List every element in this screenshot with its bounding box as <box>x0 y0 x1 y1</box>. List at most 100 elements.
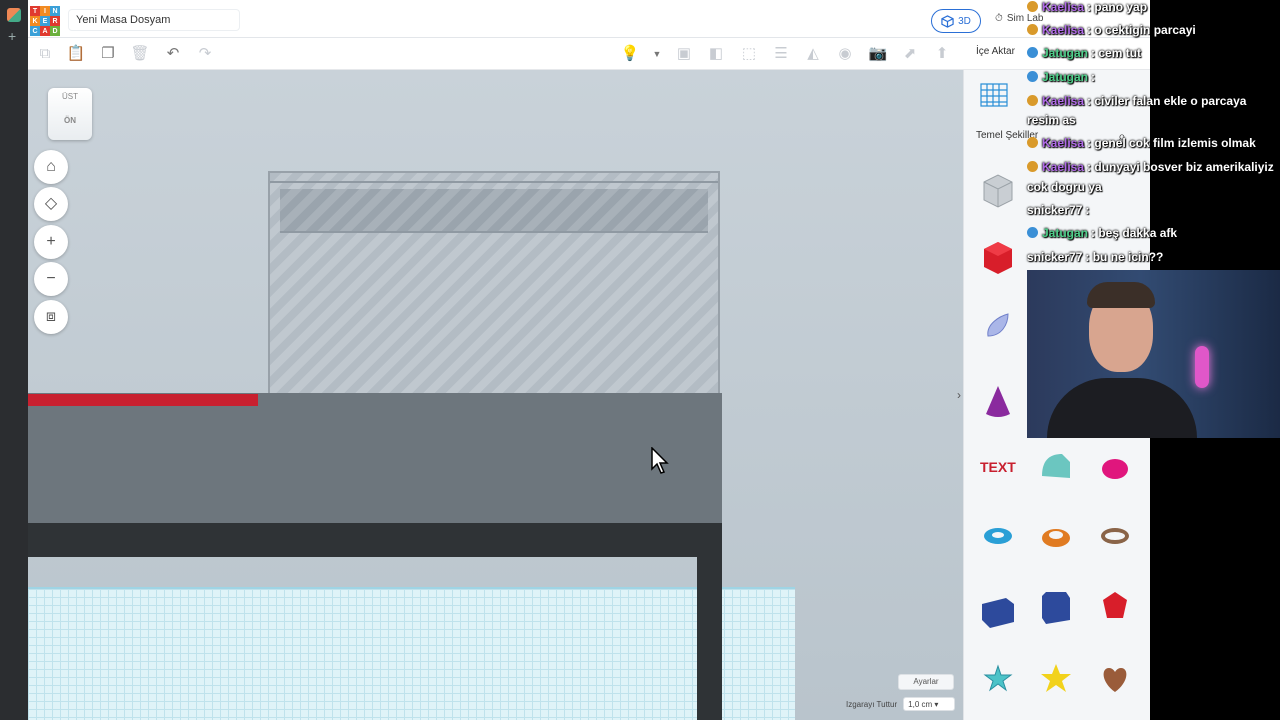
app-tab-icon[interactable] <box>7 8 21 22</box>
view-cube[interactable]: ÜST ÖN <box>48 88 92 140</box>
chat-username: Kaelisa <box>1042 94 1085 108</box>
chat-username: Kaelisa <box>1042 0 1085 14</box>
snap-grid-label: Izgarayı Tuttur <box>846 699 898 709</box>
chat-username: Jatugan <box>1042 46 1089 60</box>
perspective-button[interactable]: ⧈ <box>34 300 68 334</box>
fit-view-button[interactable]: ◇ <box>34 187 68 221</box>
chat-message: Kaelisa: o cektigin parcayi <box>1027 23 1196 38</box>
half-sphere-icon[interactable] <box>1095 446 1135 486</box>
logo-letter: D <box>50 26 60 36</box>
zoom-out-button[interactable]: − <box>34 262 68 296</box>
streamer-body <box>1047 378 1197 438</box>
chat-badge-icon <box>1027 227 1038 238</box>
paste-icon[interactable]: 📋 <box>66 44 86 64</box>
top-bar: T I N K E R C A D Yeni Masa Dosyam 3D ⏱ … <box>28 0 1150 38</box>
zoom-in-button[interactable]: + <box>34 225 68 259</box>
perspective-icon: ⧈ <box>45 308 57 325</box>
hollow-icon[interactable]: ◉ <box>835 44 855 64</box>
chat-text: : genel cok film izlemis olmak <box>1087 136 1256 150</box>
chat-message: Kaelisa: dunyayi bosver biz amerikaliyiz <box>1027 160 1274 175</box>
hexagonal-prism-icon[interactable] <box>1036 586 1076 626</box>
os-taskbar: + <box>0 0 28 720</box>
star-icon[interactable] <box>1036 658 1076 698</box>
mirror-icon[interactable]: ◭ <box>803 44 823 64</box>
delete-icon[interactable]: 🗑 <box>130 44 150 64</box>
chat-message: Kaelisa: genel cok film izlemis olmak <box>1027 136 1256 151</box>
ungroup-icon[interactable]: ◧ <box>706 44 726 64</box>
snap-grid-control: Izgarayı Tuttur 1,0 cm ▾ <box>846 697 956 711</box>
logo-letter: I <box>40 6 50 16</box>
collapse-panel-icon[interactable]: › <box>957 388 961 402</box>
chat-username: snicker77 <box>1027 250 1083 264</box>
chat-text: : bu ne icin?? <box>1085 250 1164 264</box>
transparent-box-shape[interactable] <box>268 171 720 399</box>
microphone-light <box>1195 346 1209 388</box>
snap-grid-value: 1,0 cm <box>908 700 933 709</box>
workplane-icon[interactable] <box>978 78 1010 110</box>
light-bulb-icon[interactable]: 💡 <box>620 44 640 64</box>
heart-icon[interactable] <box>1095 658 1135 698</box>
plus-icon: + <box>46 233 56 250</box>
chat-message: cok dogru ya <box>1027 180 1102 195</box>
chat-text: cok dogru ya <box>1027 180 1102 194</box>
group-icon[interactable]: ▣ <box>674 44 694 64</box>
view-cube-top[interactable]: ÜST <box>48 88 92 101</box>
ring-icon[interactable] <box>1095 516 1135 556</box>
redo-icon[interactable]: ↷ <box>195 44 215 64</box>
chat-badge-icon <box>1027 47 1038 58</box>
webcam-overlay <box>1027 270 1280 438</box>
tinkercad-logo[interactable]: T I N K E R C A D <box>30 6 60 36</box>
roof-icon[interactable] <box>1036 446 1076 486</box>
torus-icon[interactable] <box>978 516 1018 556</box>
undo-icon[interactable]: ↶ <box>163 44 183 64</box>
chat-message: Kaelisa: pano yap <box>1027 0 1147 15</box>
svg-text:TEXT: TEXT <box>980 459 1016 475</box>
mouse-cursor-icon <box>651 447 669 474</box>
view-cube-front[interactable]: ÖN <box>48 116 92 125</box>
chat-username: snicker77 <box>1027 203 1083 217</box>
chat-message: Jatugan: cem tut <box>1027 46 1141 61</box>
duplicate-icon[interactable]: ❐ <box>98 44 118 64</box>
copy-icon[interactable]: ⧉ <box>35 44 55 64</box>
wedge-box-icon[interactable] <box>978 590 1018 630</box>
chat-text: : beş dakka afk <box>1091 226 1178 240</box>
chat-username: Jatugan <box>1042 70 1089 84</box>
chat-badge-icon <box>1027 71 1038 82</box>
red-plank-shape[interactable] <box>28 394 258 406</box>
new-tab-icon[interactable]: + <box>8 28 16 44</box>
chevron-down-icon[interactable]: ▼ <box>647 44 667 64</box>
text-shape-icon[interactable]: TEXT <box>978 446 1018 486</box>
export-icon[interactable]: ⬆ <box>932 44 952 64</box>
cone-icon[interactable] <box>978 382 1018 422</box>
chat-badge-icon <box>1027 1 1038 12</box>
import-button[interactable]: İçe Aktar <box>976 46 1015 57</box>
snap-grid-select[interactable]: 1,0 cm ▾ <box>903 697 956 711</box>
align-icon[interactable]: ☰ <box>771 44 791 64</box>
table-leg-shape[interactable] <box>697 536 722 720</box>
chat-text: resim as <box>1027 113 1076 127</box>
tag-icon[interactable]: ⬈ <box>900 44 920 64</box>
chat-badge-icon <box>1027 95 1038 106</box>
table-edge-shape[interactable] <box>28 523 722 557</box>
cruise-icon[interactable]: ⬚ <box>739 44 759 64</box>
table-top-shape[interactable] <box>28 393 722 523</box>
transparent-box-icon[interactable] <box>978 170 1018 210</box>
chat-text: : civiler falan ekle o parcaya <box>1087 94 1247 108</box>
tube-icon[interactable] <box>1036 516 1076 556</box>
scribble-icon[interactable] <box>978 306 1018 346</box>
settings-button[interactable]: Ayarlar <box>898 674 954 690</box>
streamer-hair <box>1087 282 1155 308</box>
chat-text: : <box>1085 203 1090 217</box>
chat-badge-icon <box>1027 161 1038 172</box>
chat-username: Jatugan <box>1042 226 1089 240</box>
workplane-grid[interactable] <box>28 587 795 720</box>
home-view-button[interactable]: ⌂ <box>34 150 68 184</box>
camera-view-icon[interactable]: 📷 <box>868 44 888 64</box>
box-icon[interactable] <box>978 237 1018 277</box>
star-flat-icon[interactable] <box>978 658 1018 698</box>
view-3d-button[interactable]: 3D <box>931 9 981 33</box>
workplane-viewport[interactable]: ÜST ÖN ⌂ ◇ + − ⧈ Ayarlar Izgarayı Tuttur… <box>28 70 963 720</box>
polyhedron-icon[interactable] <box>1095 586 1135 626</box>
chat-message: resim as <box>1027 113 1076 128</box>
document-title-field[interactable]: Yeni Masa Dosyam <box>68 9 240 31</box>
